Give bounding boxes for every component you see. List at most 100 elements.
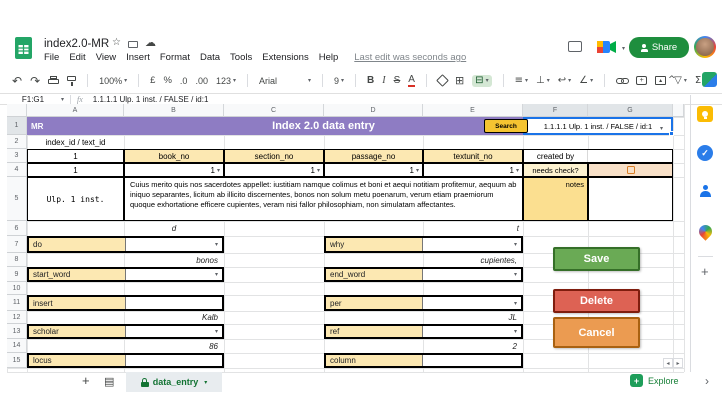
field-locus-label: locus (29, 355, 126, 366)
tab-data-entry[interactable]: data_entry ▾ (126, 372, 222, 392)
row-header-11[interactable]: 11 (7, 295, 27, 311)
explore-button[interactable]: + Explore (630, 374, 679, 387)
header-section-no: section_no (224, 149, 324, 163)
gridline-horizontal (7, 372, 684, 373)
field-start-word[interactable]: start_word ▾ (27, 267, 224, 282)
cancel-button[interactable]: Cancel (553, 317, 640, 348)
show-side-panel-icon[interactable]: › (705, 374, 709, 388)
column-header-B[interactable]: B (124, 104, 224, 117)
cell-notes-value[interactable] (588, 177, 673, 221)
field-why[interactable]: why ▾ (324, 236, 523, 253)
row-header-14[interactable]: 14 (7, 339, 27, 353)
row-header-5[interactable]: 5 (7, 177, 27, 221)
explore-label: Explore (648, 376, 679, 386)
row-header-10[interactable]: 10 (7, 282, 27, 295)
column-header-G[interactable]: G (588, 104, 673, 117)
row-header-15[interactable]: 15 (7, 353, 27, 368)
field-per[interactable]: per ▾ (324, 295, 523, 311)
dropdown-caret-icon: ▾ (215, 271, 218, 278)
field-why-input[interactable]: ▾ (423, 238, 521, 251)
fill-handle[interactable] (669, 131, 674, 136)
field-insert-label: insert (29, 297, 126, 309)
row-header-12[interactable]: 12 (7, 311, 27, 324)
column-header-A[interactable]: A (27, 104, 124, 117)
cell-text-id: 1 (27, 163, 124, 177)
dropdown-book-no[interactable]: 1▾ (124, 163, 224, 177)
gridline-vertical (673, 104, 674, 372)
tab-label: data_entry (153, 377, 199, 387)
select-all-corner[interactable] (7, 104, 27, 117)
row-header-2[interactable]: 2 (7, 135, 27, 149)
save-button[interactable]: Save (553, 247, 640, 271)
row-header-4[interactable]: 4 (7, 163, 27, 177)
scroll-left-button[interactable]: ◂ (663, 358, 673, 368)
column-header-sliver[interactable] (673, 104, 684, 117)
field-insert[interactable]: insert (27, 295, 224, 311)
field-column-input[interactable] (423, 355, 521, 366)
cell-a1: MR (27, 117, 124, 135)
dropdown-caret-icon: ▾ (514, 300, 517, 307)
field-insert-input[interactable] (126, 297, 222, 309)
dropdown-caret-icon: ▾ (416, 167, 419, 174)
field-start-word-label: start_word (29, 269, 126, 280)
field-per-input[interactable]: ▾ (423, 297, 521, 309)
row-header-3[interactable]: 3 (7, 149, 27, 163)
column-header-E[interactable]: E (423, 104, 523, 117)
cell-b14-value: 86 (124, 339, 224, 353)
cell-a2-label: index_id / text_id (27, 135, 124, 149)
gridline-horizontal (7, 221, 684, 222)
cell-e8-value: cupientes, (423, 253, 523, 267)
selected-range-dropdown[interactable]: 1.1.1.1 Ulp. 1 inst. / FALSE / id:1 ▾ (523, 117, 673, 135)
field-ref[interactable]: ref ▾ (324, 324, 523, 339)
cell-b12-value: Kalb (124, 311, 224, 324)
field-end-word-input[interactable]: ▾ (423, 269, 521, 280)
field-end-word-label: end_word (326, 269, 423, 280)
google-sheets-app: index2.0-MR ☆ ☁ File Edit View Insert Fo… (0, 0, 722, 406)
needs-check-checkbox[interactable] (627, 166, 635, 174)
delete-button[interactable]: Delete (553, 289, 640, 313)
cell-e12-value: JL (423, 311, 523, 324)
row-header-9[interactable]: 9 (7, 267, 27, 282)
dropdown-caret-icon: ▾ (516, 167, 519, 174)
selected-caret-icon[interactable]: ▾ (660, 125, 663, 132)
dropdown-caret-icon: ▾ (514, 241, 517, 248)
scroll-right-button[interactable]: ▸ (673, 358, 683, 368)
field-scholar-input[interactable]: ▾ (126, 326, 222, 337)
field-ref-label: ref (326, 326, 423, 337)
field-end-word[interactable]: end_word ▾ (324, 267, 523, 282)
cell-passage-text: Cuius merito quis nos sacerdotes appelle… (124, 177, 523, 221)
column-header-D[interactable]: D (324, 104, 423, 117)
row-header-7[interactable]: 7 (7, 236, 27, 253)
gridline-horizontal (7, 282, 684, 283)
field-start-word-input[interactable]: ▾ (126, 269, 222, 280)
dropdown-caret-icon: ▾ (317, 167, 320, 174)
field-scholar-label: scholar (29, 326, 126, 337)
dropdown-caret-icon: ▾ (215, 241, 218, 248)
row-header-13[interactable]: 13 (7, 324, 27, 339)
dropdown-caret-icon: ▾ (215, 328, 218, 335)
column-header-F[interactable]: F (523, 104, 588, 117)
field-ref-input[interactable]: ▾ (423, 326, 521, 337)
field-do[interactable]: do ▾ (27, 236, 224, 253)
search-button[interactable]: Search (484, 119, 528, 133)
tab-caret-icon[interactable]: ▾ (204, 379, 207, 386)
dropdown-passage-no[interactable]: 1▾ (324, 163, 423, 177)
field-column[interactable]: column (324, 353, 523, 368)
dropdown-section-no[interactable]: 1▾ (224, 163, 324, 177)
field-locus[interactable]: locus (27, 353, 224, 368)
add-sheet-icon[interactable]: + (82, 373, 90, 388)
cell-b8-value: bonos (124, 253, 224, 267)
cell-b6-value: d (124, 221, 224, 236)
all-sheets-icon[interactable]: ▤ (104, 376, 114, 387)
field-scholar[interactable]: scholar ▾ (27, 324, 224, 339)
row-header-6[interactable]: 6 (7, 221, 27, 236)
dropdown-textunit-no[interactable]: 1▾ (423, 163, 523, 177)
protected-lock-icon (141, 378, 149, 387)
field-do-input[interactable]: ▾ (126, 238, 222, 251)
row-header-1[interactable]: 1 (7, 117, 27, 135)
gridline-vertical (684, 104, 685, 372)
column-header-C[interactable]: C (224, 104, 324, 117)
field-locus-input[interactable] (126, 355, 222, 366)
cell-source-ref: Ulp. 1 inst. (27, 177, 124, 221)
row-header-8[interactable]: 8 (7, 253, 27, 267)
